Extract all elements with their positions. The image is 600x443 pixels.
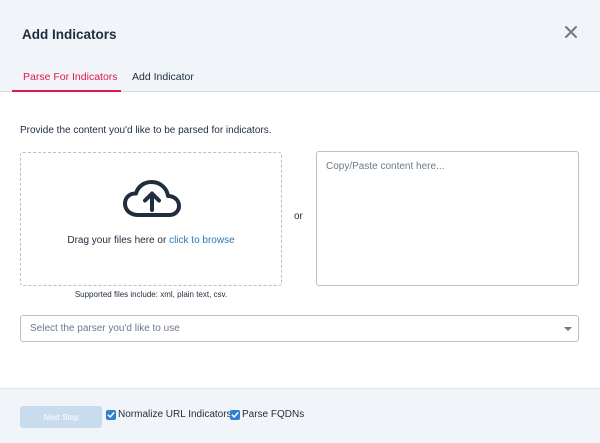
parse-fqdns-checkbox[interactable] xyxy=(230,410,240,420)
tab-bar: Parse For Indicators Add Indicator xyxy=(0,63,600,92)
paste-content-input[interactable] xyxy=(316,151,579,286)
supported-files-note: Supported files include: xml, plain text… xyxy=(74,290,228,299)
tab-add-indicator[interactable]: Add Indicator xyxy=(132,71,194,83)
active-tab-indicator xyxy=(12,90,121,92)
dropzone-text: Drag your files here or click to browse xyxy=(21,235,281,246)
modal-title: Add Indicators xyxy=(22,27,117,42)
browse-link[interactable]: click to browse xyxy=(169,235,235,246)
dropzone-instructions: Drag your files here or xyxy=(67,235,170,246)
next-step-button[interactable]: Next Step xyxy=(20,406,102,428)
checkmark-icon xyxy=(107,412,115,418)
normalize-url-label[interactable]: Normalize URL Indicators xyxy=(118,409,232,420)
modal-header: Add Indicators xyxy=(0,0,600,63)
file-dropzone[interactable]: Drag your files here or click to browse xyxy=(20,152,282,286)
modal-footer: Next Step Normalize URL Indicators Parse… xyxy=(0,388,600,443)
normalize-url-checkbox[interactable] xyxy=(106,410,116,420)
close-icon[interactable] xyxy=(562,23,580,41)
chevron-down-icon xyxy=(564,327,572,331)
parse-fqdns-label[interactable]: Parse FQDNs xyxy=(242,409,304,420)
parser-select-placeholder: Select the parser you'd like to use xyxy=(30,323,180,334)
or-separator: or xyxy=(294,211,303,222)
checkmark-icon xyxy=(231,412,239,418)
cloud-upload-icon xyxy=(122,179,182,226)
parser-select[interactable]: Select the parser you'd like to use xyxy=(20,315,579,342)
parse-prompt: Provide the content you'd like to be par… xyxy=(20,125,272,136)
tab-parse-for-indicators[interactable]: Parse For Indicators xyxy=(23,71,118,83)
